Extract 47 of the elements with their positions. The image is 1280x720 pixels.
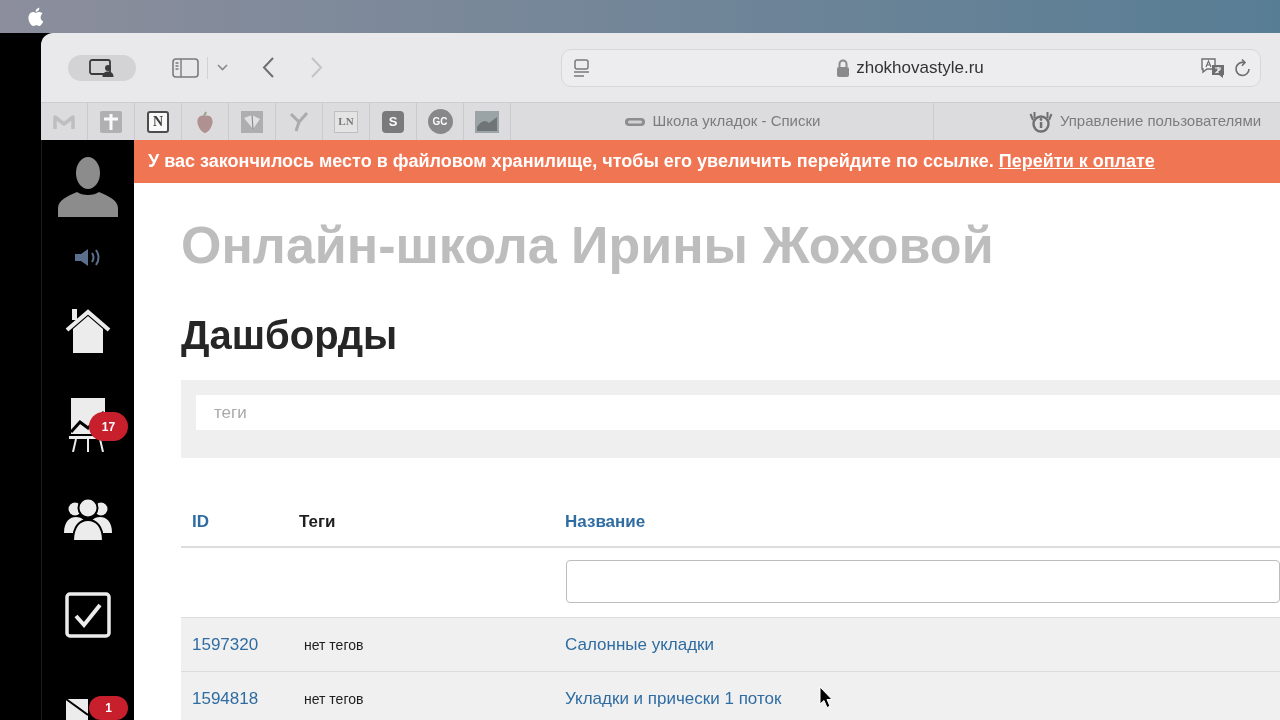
favicon-logo: LN (334, 110, 358, 133)
window-person-icon (89, 58, 115, 77)
page-title: Дашборды (181, 312, 398, 359)
fruit-icon (195, 110, 215, 133)
name-column-header[interactable]: Название (565, 511, 646, 531)
favicon-logo: GC (427, 109, 453, 134)
home-icon[interactable] (64, 308, 112, 353)
envelope-m-icon (53, 113, 75, 130)
reload-icon[interactable] (1234, 57, 1252, 78)
speaker-icon[interactable] (73, 248, 103, 267)
book-icon (241, 110, 263, 133)
checkbox-icon[interactable] (65, 592, 111, 638)
pill-logo-icon (623, 115, 646, 128)
sidebar-toggle-icon[interactable] (172, 57, 199, 78)
banner-message: У вас закончилось место в файловом хранилище, чтобы его увеличить перейдите по ссылке. (148, 150, 994, 173)
favicon-logo: N (147, 110, 169, 133)
tags-column-header: Теги (299, 511, 336, 531)
id-column-header[interactable]: ID (192, 511, 209, 531)
payment-link[interactable]: Перейти к оплате (998, 148, 1155, 175)
school-name: Онлайн-школа Ирины Жоховой (181, 215, 994, 275)
group-icon[interactable] (64, 497, 112, 541)
cross-tile-icon (100, 110, 122, 133)
user-silhouette-icon[interactable] (58, 155, 118, 217)
tags-cell: нет тегов (304, 636, 364, 653)
info-icon (1028, 110, 1053, 133)
translate-icon[interactable] (1200, 56, 1226, 79)
count-badge: 17 (89, 412, 128, 441)
id-link[interactable]: 1597320 (192, 634, 259, 654)
tags-cell: нет тегов (304, 690, 364, 707)
id-link[interactable]: 1594818 (192, 688, 259, 708)
mouse-pointer-icon (819, 686, 833, 709)
profile-button[interactable] (68, 54, 136, 81)
envelope-icon[interactable] (65, 697, 88, 720)
lock-icon (836, 58, 851, 77)
chevron-down-icon[interactable] (217, 64, 228, 71)
page-menu-icon[interactable] (573, 58, 590, 77)
dashboard-link[interactable]: Укладки и прически 1 поток (565, 688, 782, 708)
y-mark-icon (290, 111, 308, 132)
url-text[interactable]: zhokhovastyle.ru (856, 54, 984, 81)
apple-icon[interactable] (27, 6, 45, 27)
dashboard-link[interactable]: Салонные укладки (565, 634, 714, 654)
picture-icon (475, 110, 499, 133)
name-filter-field[interactable] (566, 560, 1280, 603)
favicon-logo: S (382, 110, 404, 133)
address-bar[interactable]: zhokhovastyle.ru (561, 48, 1261, 87)
count-badge: 1 (89, 696, 128, 720)
tags-filter-field[interactable]: теги (196, 395, 1280, 430)
